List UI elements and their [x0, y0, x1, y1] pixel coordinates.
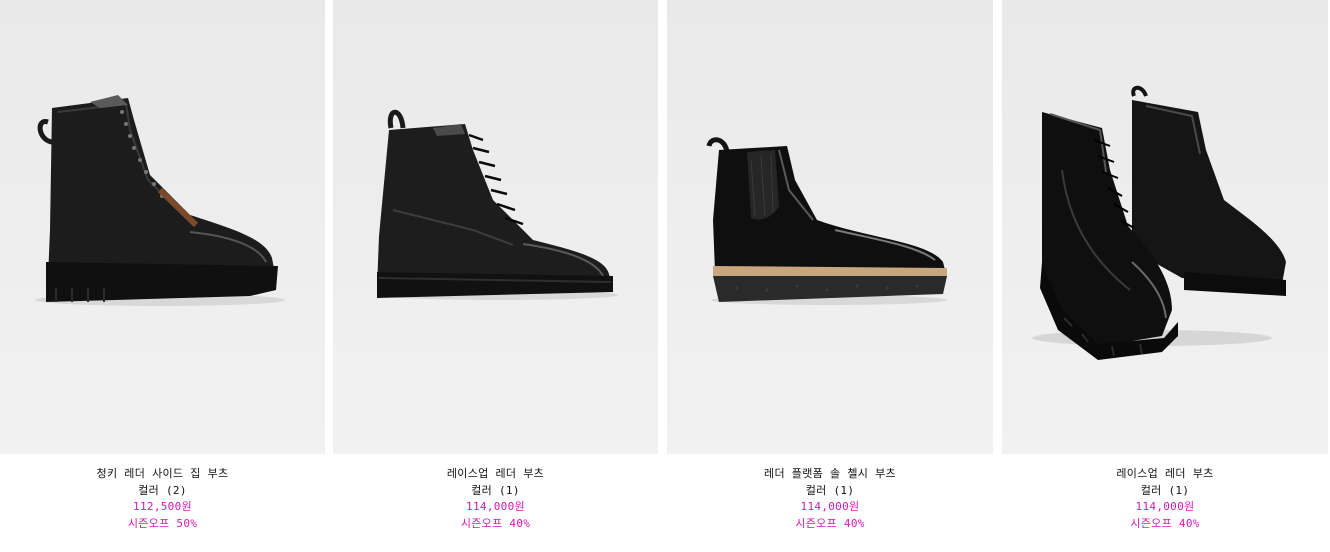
product-image[interactable] — [333, 0, 658, 454]
product-image[interactable] — [0, 0, 325, 454]
product-info: 청키 레더 사이드 집 부츠 컬러 (2) 112,500원 시즌오프 50% — [0, 466, 325, 532]
sale-badge: 시즌오프 50% — [127, 516, 198, 530]
pair-of-boots-icon — [1032, 85, 1286, 360]
product-price: 114,000원 — [800, 500, 860, 513]
product-image[interactable] — [1002, 0, 1328, 454]
sale-badge: 시즌오프 40% — [795, 516, 865, 530]
product-color-count: 컬러 (1) — [805, 483, 855, 497]
product-info: 레이스업 레더 부츠 컬러 (1) 114,000원 시즌오프 40% — [333, 466, 658, 532]
product-color-count: 컬러 (1) — [471, 483, 520, 497]
product-price: 114,000원 — [1135, 500, 1195, 513]
product-name[interactable]: 레이스업 레더 부츠 — [1002, 466, 1328, 483]
product-card[interactable]: 레더 플랫폼 솔 첼시 부츠 컬러 (1) 114,000원 시즌오프 40% — [667, 0, 993, 552]
chelsea-boot-icon — [706, 137, 947, 305]
sale-badge: 시즌오프 40% — [460, 516, 531, 530]
sale-badge: 시즌오프 40% — [1130, 516, 1200, 530]
product-color-count: 컬러 (2) — [138, 483, 187, 497]
product-image[interactable] — [667, 0, 993, 454]
product-name[interactable]: 레이스업 레더 부츠 — [333, 466, 658, 483]
product-info: 레이스업 레더 부츠 컬러 (1) 114,000원 시즌오프 40% — [1002, 466, 1328, 532]
product-card[interactable]: 청키 레더 사이드 집 부츠 컬러 (2) 112,500원 시즌오프 50% — [0, 0, 325, 552]
product-color-count: 컬러 (1) — [1140, 483, 1190, 497]
product-card[interactable]: 레이스업 레더 부츠 컬러 (1) 114,000원 시즌오프 40% — [333, 0, 658, 552]
product-card[interactable]: 레이스업 레더 부츠 컬러 (1) 114,000원 시즌오프 40% — [1002, 0, 1328, 552]
product-name[interactable]: 청키 레더 사이드 집 부츠 — [0, 466, 325, 483]
product-name[interactable]: 레더 플랫폼 솔 첼시 부츠 — [667, 466, 993, 483]
product-info: 레더 플랫폼 솔 첼시 부츠 컬러 (1) 114,000원 시즌오프 40% — [667, 466, 993, 532]
chunky-lace-up-boot-icon — [35, 95, 285, 306]
product-grid: 청키 레더 사이드 집 부츠 컬러 (2) 112,500원 시즌오프 50% — [0, 0, 1330, 552]
product-price: 112,500원 — [133, 500, 192, 513]
product-price: 114,000원 — [466, 500, 525, 513]
lace-up-boot-icon — [377, 109, 618, 300]
